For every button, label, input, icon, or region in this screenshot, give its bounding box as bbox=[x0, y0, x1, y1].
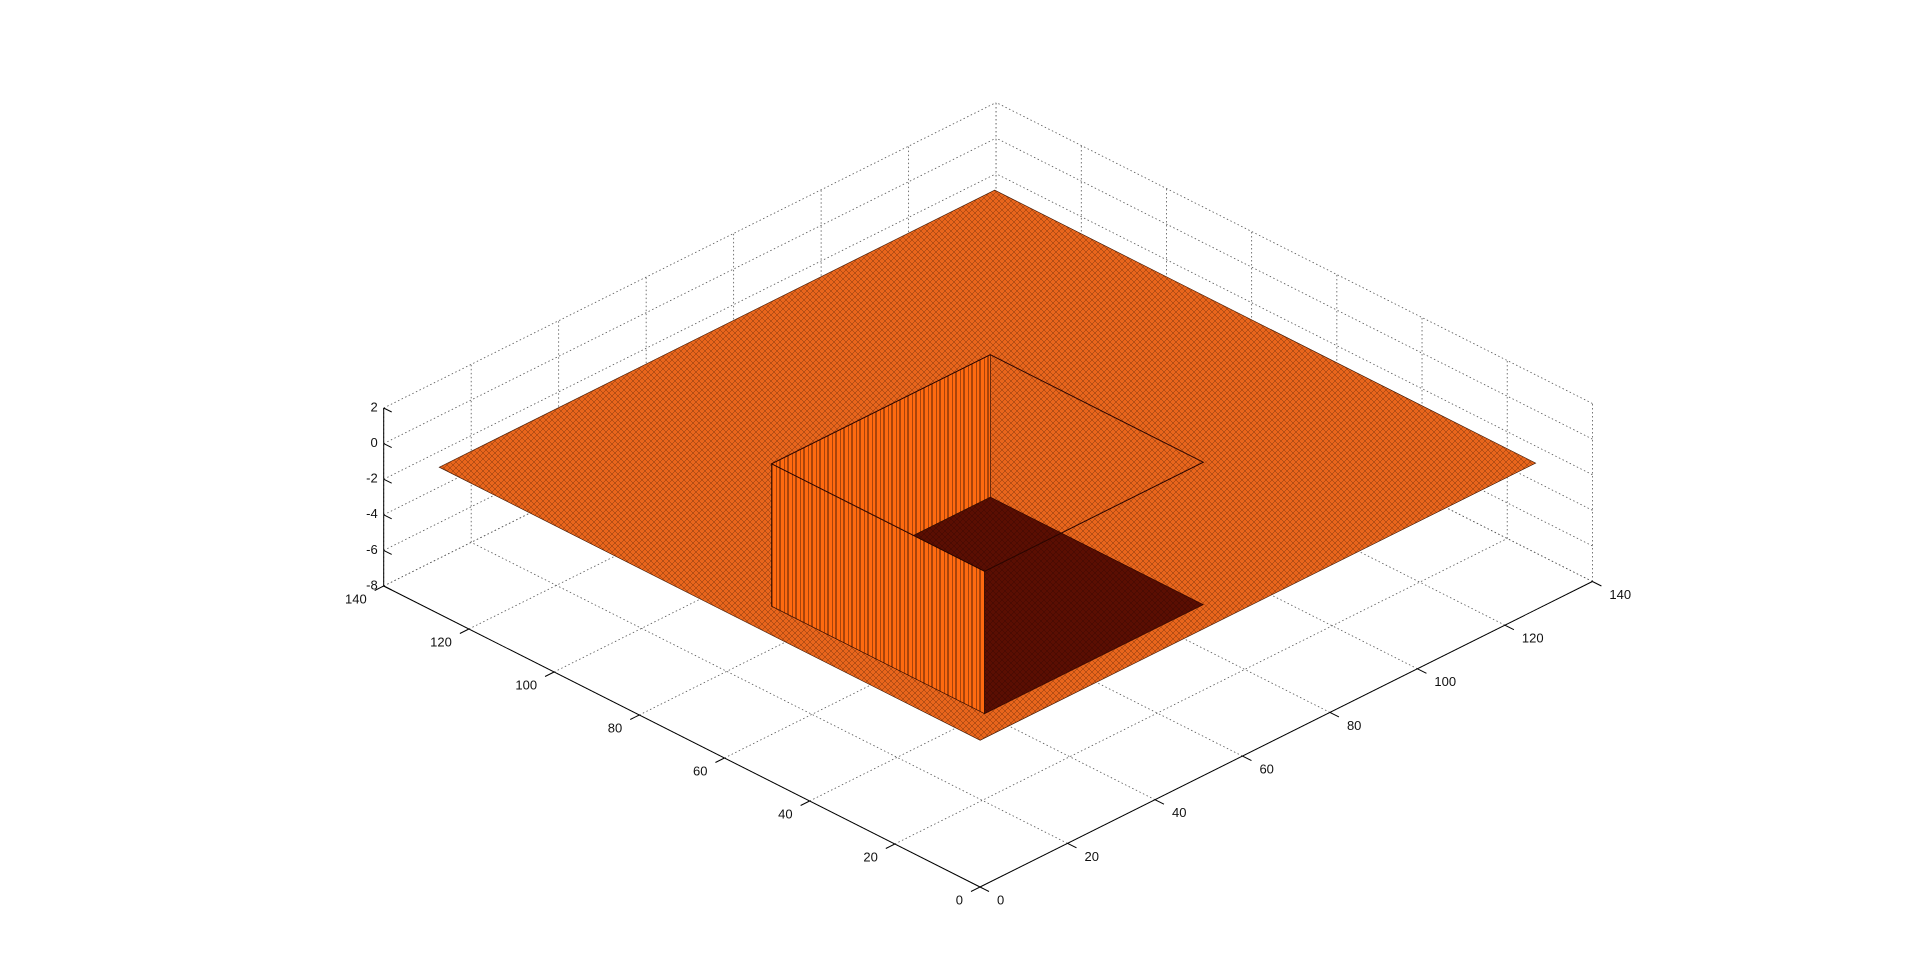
x-tick-mark bbox=[1067, 842, 1077, 849]
y-tick-label: 40 bbox=[778, 806, 792, 821]
x-tick-mark bbox=[1592, 581, 1602, 587]
z-tick-label: 0 bbox=[370, 435, 377, 450]
x-tick-mark bbox=[1329, 711, 1340, 718]
y-tick-mark bbox=[544, 671, 555, 677]
x-tick-mark bbox=[979, 886, 990, 892]
x-tick-label: 120 bbox=[1522, 631, 1544, 646]
x-tick-label: 100 bbox=[1434, 674, 1456, 689]
y-tick-mark bbox=[970, 886, 981, 892]
x-tick-mark bbox=[1417, 668, 1427, 674]
y-tick-label: 20 bbox=[863, 849, 877, 864]
y-tick-label: 0 bbox=[956, 892, 963, 907]
x-tick-label: 40 bbox=[1172, 805, 1186, 820]
y-tick-label: 80 bbox=[608, 720, 622, 735]
y-tick-label: 60 bbox=[693, 763, 707, 778]
z-tick-mark bbox=[383, 443, 392, 449]
y-tick-label: 100 bbox=[515, 677, 537, 692]
x-tick-label: 20 bbox=[1084, 849, 1098, 864]
z-tick-mark bbox=[383, 514, 392, 520]
x-tick-mark bbox=[1154, 799, 1165, 805]
z-tick-mark bbox=[383, 407, 392, 413]
x-tick-label: 0 bbox=[997, 892, 1004, 907]
x-tick-label: 140 bbox=[1609, 587, 1631, 602]
surface bbox=[438, 189, 1537, 741]
x-tick-mark bbox=[1504, 624, 1515, 631]
z-tick-mark bbox=[383, 549, 392, 555]
y-tick-label: 120 bbox=[430, 634, 452, 649]
z-tick-label: 2 bbox=[370, 399, 377, 414]
z-tick-mark bbox=[383, 478, 392, 484]
z-tick-label: -4 bbox=[366, 506, 378, 521]
y-tick-mark bbox=[459, 628, 470, 634]
x-tick-label: 60 bbox=[1259, 762, 1273, 777]
surface-plot: 020406080100120140020406080100120140-8-6… bbox=[345, 102, 1631, 907]
z-tick-label: -2 bbox=[366, 471, 378, 486]
y-tick-mark bbox=[800, 800, 810, 806]
z-tick-label: -6 bbox=[366, 542, 378, 557]
y-tick-label: 140 bbox=[345, 591, 367, 606]
z-tick-mark bbox=[383, 585, 392, 591]
x-tick-label: 80 bbox=[1347, 718, 1361, 733]
x-tick-mark bbox=[1242, 755, 1252, 762]
y-tick-mark bbox=[630, 714, 640, 720]
z-tick-label: -8 bbox=[366, 577, 378, 592]
y-tick-mark bbox=[885, 843, 896, 849]
y-tick-mark bbox=[715, 757, 725, 763]
